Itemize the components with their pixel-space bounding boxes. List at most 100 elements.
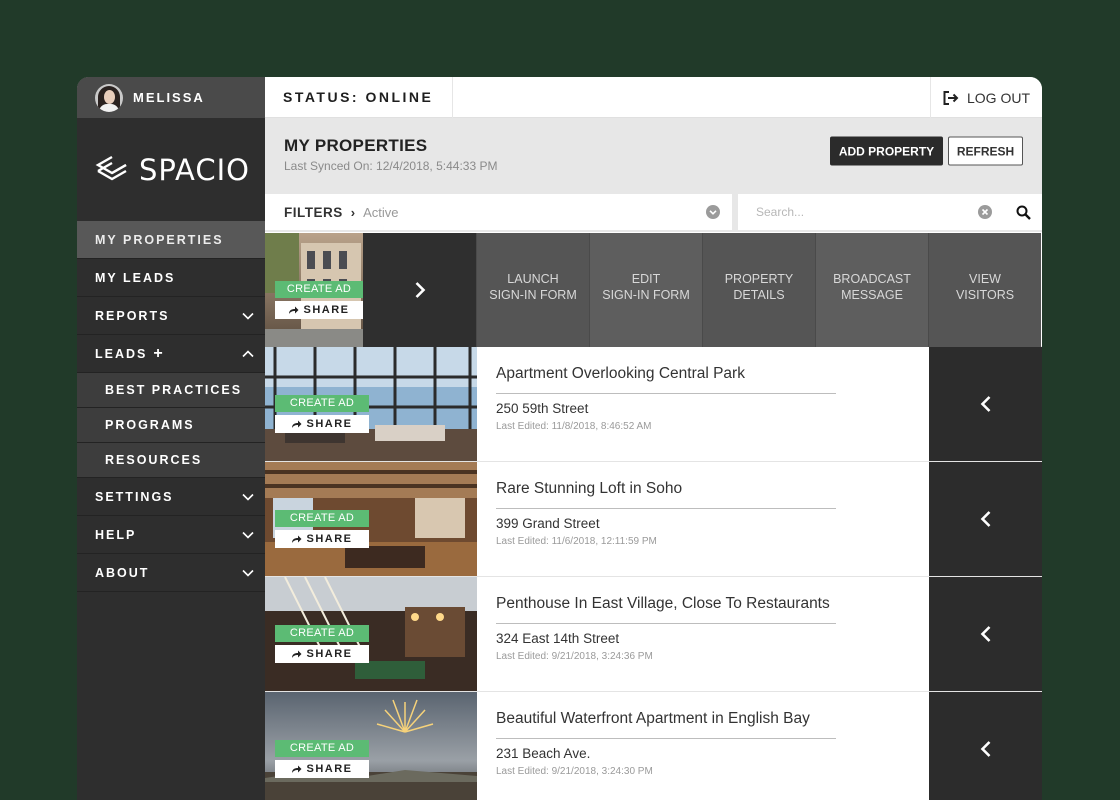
sidebar-item-my-leads[interactable]: MY LEADS <box>77 259 265 297</box>
chevron-right-icon: › <box>350 204 356 220</box>
filter-dropdown[interactable]: FILTERS › Active <box>265 194 732 230</box>
share-button[interactable]: SHARE <box>275 301 363 319</box>
property-info: Penthouse In East Village, Close To Rest… <box>496 595 836 662</box>
sidebar-item-about[interactable]: ABOUT <box>77 554 265 592</box>
search-box <box>738 194 1004 230</box>
brand-name: SPACIO <box>139 152 250 187</box>
sidebar-item-label: BEST PRACTICES <box>105 383 243 397</box>
share-label: SHARE <box>306 763 353 775</box>
property-info: Apartment Overlooking Central Park 250 5… <box>496 365 836 432</box>
expand-row-button[interactable] <box>929 462 1042 576</box>
sidebar-item-reports[interactable]: REPORTS <box>77 297 265 335</box>
create-ad-button[interactable]: CREATE AD <box>275 395 369 412</box>
spacio-logo-icon <box>95 155 127 180</box>
action-label: LAUNCH SIGN-IN FORM <box>489 272 577 302</box>
property-last-edited: Last Edited: 9/21/2018, 3:24:36 PM <box>496 651 653 662</box>
property-photo: CREATE AD SHARE <box>265 462 477 576</box>
logout-label: LOG OUT <box>966 89 1030 106</box>
chevron-down-icon <box>242 493 254 501</box>
property-title: Rare Stunning Loft in Soho <box>496 480 836 509</box>
chevron-down-circle-icon <box>706 205 720 219</box>
sidebar-item-label: LEADS <box>95 346 148 361</box>
sidebar-item-my-properties[interactable]: MY PROPERTIES <box>77 221 265 259</box>
avatar <box>95 83 123 112</box>
sidebar-item-best-practices[interactable]: BEST PRACTICES <box>77 373 265 408</box>
create-ad-button[interactable]: CREATE AD <box>275 625 369 642</box>
photo-buttons: CREATE AD SHARE <box>275 510 369 548</box>
property-address: 250 59th Street <box>496 401 589 416</box>
refresh-button[interactable]: REFRESH <box>948 136 1023 166</box>
chevron-up-icon <box>242 349 254 357</box>
next-action-button[interactable] <box>363 233 476 347</box>
filter-bar: FILTERS › Active <box>265 192 1042 232</box>
expand-row-button[interactable] <box>929 577 1042 691</box>
action-label: VIEW VISITORS <box>955 272 1015 302</box>
logout-button[interactable]: LOG OUT <box>930 77 1042 118</box>
top-bar: STATUS: ONLINE LOG OUT <box>265 77 1042 118</box>
search-button[interactable] <box>1004 194 1042 230</box>
edit-sign-in-form-button[interactable]: EDIT SIGN-IN FORM <box>589 233 702 347</box>
launch-sign-in-form-button[interactable]: LAUNCH SIGN-IN FORM <box>476 233 589 347</box>
sidebar-item-resources[interactable]: RESOURCES <box>77 443 265 478</box>
add-property-button[interactable]: ADD PROPERTY <box>830 136 943 166</box>
user-profile[interactable]: MELISSA <box>77 77 265 118</box>
property-actions: LAUNCH SIGN-IN FORM EDIT SIGN-IN FORM PR… <box>363 233 1042 347</box>
share-button[interactable]: SHARE <box>275 530 369 548</box>
main-content: STATUS: ONLINE LOG OUT MY PROPERTIES Las… <box>265 77 1042 800</box>
chevron-down-icon <box>242 569 254 577</box>
property-info: Beautiful Waterfront Apartment in Englis… <box>496 710 836 777</box>
property-title: Apartment Overlooking Central Park <box>496 365 836 394</box>
action-label: PROPERTY DETAILS <box>724 272 794 302</box>
share-label: SHARE <box>303 304 350 316</box>
sidebar-item-leads[interactable]: LEADS + <box>77 335 265 373</box>
property-photo: CREATE AD SHARE <box>265 577 477 691</box>
share-label: SHARE <box>306 418 353 430</box>
share-button[interactable]: SHARE <box>275 760 369 778</box>
share-icon <box>289 306 299 314</box>
sidebar-item-help[interactable]: HELP <box>77 516 265 554</box>
share-label: SHARE <box>306 648 353 660</box>
property-row[interactable]: CREATE AD SHARE Beautiful Waterfront Apa… <box>265 692 1042 800</box>
sidebar-item-label: SETTINGS <box>95 489 174 504</box>
logout-icon <box>943 90 959 105</box>
chevron-down-icon <box>242 531 254 539</box>
sidebar-item-settings[interactable]: SETTINGS <box>77 478 265 516</box>
property-row[interactable]: CREATE AD SHARE Apartment Overlooking Ce… <box>265 347 1042 462</box>
last-synced-text: Last Synced On: 12/4/2018, 5:44:33 PM <box>284 159 498 173</box>
user-name: MELISSA <box>133 90 205 105</box>
create-ad-button[interactable]: CREATE AD <box>275 281 363 298</box>
clear-icon[interactable] <box>978 205 992 219</box>
share-icon <box>292 420 302 428</box>
chevron-left-icon <box>980 741 990 757</box>
photo-buttons: CREATE AD SHARE <box>275 625 369 663</box>
expand-row-button[interactable] <box>929 692 1042 800</box>
view-visitors-button[interactable]: VIEW VISITORS <box>928 233 1041 347</box>
plus-icon[interactable]: + <box>153 345 162 363</box>
property-address: 231 Beach Ave. <box>496 746 591 761</box>
filter-label: FILTERS <box>284 204 343 220</box>
sidebar-item-programs[interactable]: PROGRAMS <box>77 408 265 443</box>
expand-row-button[interactable] <box>929 347 1042 461</box>
property-row[interactable]: CREATE AD SHARE Rare Stunning Loft in So… <box>265 462 1042 577</box>
create-ad-button[interactable]: CREATE AD <box>275 510 369 527</box>
property-photo: CREATE AD SHARE <box>265 692 477 800</box>
property-row[interactable]: CREATE AD SHARE Penthouse In East Villag… <box>265 577 1042 692</box>
app-window: MELISSA SPACIO MY PROPERTIES MY LEADS RE… <box>77 77 1042 800</box>
property-info: Rare Stunning Loft in Soho 399 Grand Str… <box>496 480 836 547</box>
property-address: 324 East 14th Street <box>496 631 620 646</box>
share-button[interactable]: SHARE <box>275 645 369 663</box>
property-details-button[interactable]: PROPERTY DETAILS <box>702 233 815 347</box>
chevron-left-icon <box>980 511 990 527</box>
create-ad-button[interactable]: CREATE AD <box>275 740 369 757</box>
chevron-down-icon <box>242 312 254 320</box>
property-photo: CREATE AD SHARE <box>265 347 477 461</box>
sidebar-item-label: RESOURCES <box>105 453 203 467</box>
brand-logo[interactable]: SPACIO <box>77 118 265 221</box>
search-input[interactable] <box>756 205 966 219</box>
broadcast-message-button[interactable]: BROADCAST MESSAGE <box>815 233 928 347</box>
share-button[interactable]: SHARE <box>275 415 369 433</box>
sidebar-item-label: REPORTS <box>95 308 170 323</box>
property-last-edited: Last Edited: 11/6/2018, 12:11:59 PM <box>496 536 657 547</box>
status-indicator: STATUS: ONLINE <box>265 77 453 118</box>
page-title: MY PROPERTIES <box>284 136 428 155</box>
